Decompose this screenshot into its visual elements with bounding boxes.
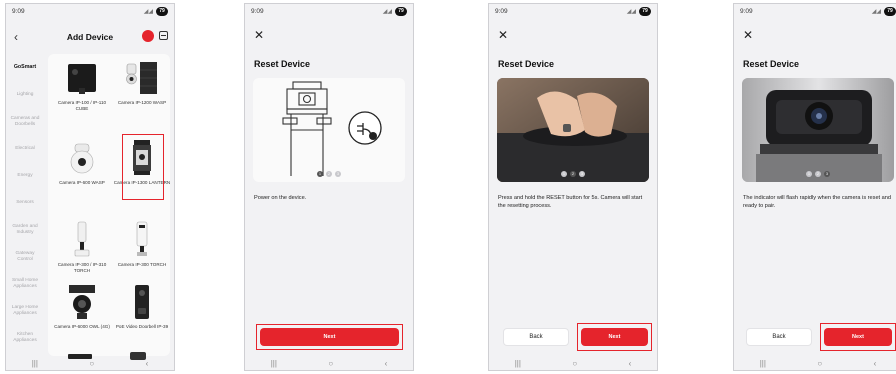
sidebar-item-gosmart[interactable]: GoSmart: [6, 54, 44, 81]
sidebar-item-gateway[interactable]: Gateway Control: [6, 243, 44, 270]
product-poe-doorbell-ip39[interactable]: PoE Video Doorbell IP-39: [112, 282, 172, 330]
sidebar-item-kitchen[interactable]: Kitchen Appliances: [6, 324, 44, 351]
camera-torch-icon: [125, 220, 159, 260]
close-icon[interactable]: ✕: [743, 28, 753, 42]
sidebar-item-energy[interactable]: Energy: [6, 162, 44, 189]
battery-icon: 79: [156, 7, 168, 16]
sidebar-item-large-appliances[interactable]: Large Home Appliances: [6, 297, 44, 324]
camera-indicator-photo: 1 2 3: [742, 78, 894, 182]
product-ip600-wasp[interactable]: Camera IP-600 WASP: [52, 138, 112, 186]
camera-owl-icon: [65, 282, 99, 322]
system-nav-bar: ||| ○ ‹: [6, 356, 174, 370]
carousel-dots: 1 2 3: [742, 171, 894, 177]
category-sidebar: GoSmart Lighting Cameras and Doorbells E…: [6, 54, 44, 356]
recent-apps-icon[interactable]: |||: [760, 359, 766, 368]
signal-icon: ◢◢: [626, 9, 636, 15]
sidebar-item-lighting[interactable]: Lighting: [6, 81, 44, 108]
page-title: Reset Device: [498, 59, 555, 69]
carousel-dot[interactable]: 3: [579, 171, 585, 177]
back-button[interactable]: Back: [503, 328, 569, 346]
instruction-text: Power on the device.: [254, 195, 307, 201]
signal-icon: ◢◢: [382, 9, 392, 15]
recent-apps-icon[interactable]: |||: [515, 359, 521, 368]
status-bar: 9:09 ◢◢ 79: [495, 7, 651, 19]
battery-icon: 79: [884, 7, 896, 16]
close-icon[interactable]: ✕: [254, 28, 264, 42]
camera-torch-icon: [65, 220, 99, 260]
recent-apps-icon[interactable]: |||: [32, 359, 38, 368]
carousel-dot[interactable]: 2: [570, 171, 576, 177]
status-time: 9:09: [251, 8, 264, 15]
scan-icon[interactable]: [159, 31, 168, 40]
signal-icon: ◢◢: [871, 9, 881, 15]
instruction-text: Press and hold the RESET button for 5s. …: [498, 195, 643, 210]
page-title: Reset Device: [743, 59, 800, 69]
product-ip300-ip310-torch[interactable]: Camera IP-300 / IP-310 TORCH: [52, 220, 112, 273]
carousel-dot[interactable]: 1: [561, 171, 567, 177]
carousel-dot[interactable]: 3: [335, 171, 341, 177]
reset-button-photo: 1 2 3: [497, 78, 649, 182]
system-nav-bar: ||| ○ ‹: [734, 356, 896, 370]
status-bar: 9:09 ◢◢ 79: [251, 7, 407, 19]
product-ip100-cube[interactable]: Camera IP-100 / IP-110 CUBE: [52, 58, 112, 111]
home-icon[interactable]: ○: [328, 359, 333, 368]
next-button[interactable]: Next: [581, 328, 648, 346]
carousel-dot[interactable]: 3: [824, 171, 830, 177]
carousel-dot[interactable]: 2: [326, 171, 332, 177]
carousel-dot[interactable]: 1: [317, 171, 323, 177]
next-button[interactable]: Next: [260, 328, 399, 346]
phone-add-device: 9:09 ◢◢ 79 ‹ Add Device GoSmart Lighting …: [5, 3, 175, 371]
phone-reset-step-1: 9:09 ◢◢ 79 ✕ Reset Device 1 2 3 Power on…: [244, 3, 414, 371]
phone-reset-step-3: 9:09 ◢◢ 79 ✕ Reset Device 1 2 3 The indic…: [733, 3, 896, 371]
sidebar-item-electrical[interactable]: Electrical: [6, 135, 44, 162]
status-time: 9:09: [495, 8, 508, 15]
status-time: 9:09: [12, 8, 25, 15]
back-icon[interactable]: ‹: [146, 359, 149, 368]
battery-icon: 79: [639, 7, 651, 16]
next-button[interactable]: Next: [824, 328, 892, 346]
selected-product-highlight: [122, 134, 164, 200]
device-illustration: 1 2 3: [253, 78, 405, 182]
status-time: 9:09: [740, 8, 753, 15]
back-icon[interactable]: ‹: [629, 359, 632, 368]
carousel-dot[interactable]: 2: [815, 171, 821, 177]
back-icon[interactable]: ‹: [385, 359, 388, 368]
system-nav-bar: ||| ○ ‹: [245, 356, 413, 370]
camera-solar-icon: [125, 58, 159, 98]
carousel-dots: 1 2 3: [253, 171, 405, 177]
status-bar: 9:09 ◢◢ 79: [12, 7, 168, 19]
carousel-dots: 1 2 3: [497, 171, 649, 177]
doorbell-icon: [125, 282, 159, 322]
signal-icon: ◢◢: [143, 9, 153, 15]
home-icon[interactable]: ○: [89, 359, 94, 368]
camera-cube-icon: [65, 58, 99, 98]
product-ip300-torch[interactable]: Camera IP-300 TORCH: [112, 220, 172, 268]
sidebar-item-small-appliances[interactable]: Small Home Appliances: [6, 270, 44, 297]
product-ip6000-owl[interactable]: Camera IP-6000 OWL (4G): [52, 282, 112, 330]
status-bar: 9:09 ◢◢ 79: [740, 7, 896, 19]
phone-reset-step-2: 9:09 ◢◢ 79 ✕ Reset Device 1 2 3 Press and…: [488, 3, 658, 371]
brand-icon[interactable]: [142, 30, 154, 42]
header: ‹ Add Device: [6, 28, 174, 48]
recent-apps-icon[interactable]: |||: [271, 359, 277, 368]
page-title: Reset Device: [254, 59, 311, 69]
sidebar-item-cameras[interactable]: Cameras and Doorbells: [6, 108, 44, 135]
back-icon[interactable]: ‹: [874, 359, 877, 368]
home-icon[interactable]: ○: [817, 359, 822, 368]
system-nav-bar: ||| ○ ‹: [489, 356, 657, 370]
close-icon[interactable]: ✕: [498, 28, 508, 42]
back-button[interactable]: Back: [746, 328, 812, 346]
product-grid: Camera IP-100 / IP-110 CUBE Camera IP-12…: [48, 54, 172, 360]
instruction-text: The indicator will flash rapidly when th…: [743, 195, 891, 210]
sidebar-item-sensors[interactable]: Sensors: [6, 189, 44, 216]
battery-icon: 79: [395, 7, 407, 16]
home-icon[interactable]: ○: [572, 359, 577, 368]
sidebar-item-garden[interactable]: Garden and Industry: [6, 216, 44, 243]
carousel-dot[interactable]: 1: [806, 171, 812, 177]
product-ip1200-wasp[interactable]: Camera IP-1200 WASP: [112, 58, 172, 106]
camera-dome-icon: [65, 138, 99, 178]
